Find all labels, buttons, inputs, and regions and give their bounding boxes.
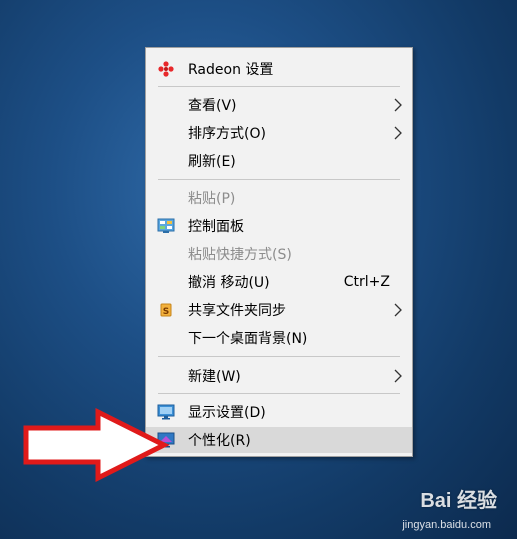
share-sync-icon: S (160, 303, 172, 317)
menu-item-undo-move[interactable]: 撤消 移动(U) Ctrl+Z (146, 269, 412, 295)
menu-item-personalize[interactable]: 个性化(R) (146, 427, 412, 453)
menu-item-label: 粘贴快捷方式(S) (188, 247, 292, 263)
context-menu: Radeon 设置 查看(V) 排序方式(O) 刷新(E) 粘贴(P) 控制面板… (145, 47, 413, 457)
control-panel-icon (157, 218, 175, 233)
radeon-icon (158, 61, 174, 77)
svg-text:S: S (163, 307, 169, 317)
chevron-right-icon (394, 126, 402, 140)
menu-item-radeon-settings[interactable]: Radeon 设置 (146, 56, 412, 82)
menu-separator (158, 179, 400, 180)
chevron-right-icon (394, 98, 402, 112)
chevron-right-icon (394, 303, 402, 317)
menu-item-sort-by[interactable]: 排序方式(O) (146, 120, 412, 146)
menu-separator (158, 356, 400, 357)
chevron-right-icon (394, 369, 402, 383)
menu-separator (158, 86, 400, 87)
pointer-arrow-annotation (23, 408, 170, 482)
menu-item-label: 新建(W) (188, 369, 241, 385)
menu-item-display-settings[interactable]: 显示设置(D) (146, 399, 412, 425)
menu-item-label: 个性化(R) (188, 433, 251, 449)
menu-item-label: 粘贴(P) (188, 191, 236, 207)
menu-item-control-panel[interactable]: 控制面板 (146, 213, 412, 239)
menu-item-label: 共享文件夹同步 (188, 303, 286, 319)
menu-item-new[interactable]: 新建(W) (146, 363, 412, 389)
menu-item-label: 撤消 移动(U) (188, 275, 270, 291)
menu-item-label: 刷新(E) (188, 154, 236, 170)
menu-item-label: 控制面板 (188, 219, 244, 235)
menu-item-share-sync[interactable]: S 共享文件夹同步 (146, 297, 412, 323)
baidu-watermark: Bai 经验 (420, 490, 497, 512)
menu-item-paste: 粘贴(P) (146, 185, 412, 211)
menu-item-view[interactable]: 查看(V) (146, 92, 412, 118)
menu-item-paste-shortcut: 粘贴快捷方式(S) (146, 241, 412, 267)
menu-item-label: Radeon 设置 (188, 62, 274, 78)
menu-item-shortcut: Ctrl+Z (343, 274, 390, 290)
menu-item-label: 下一个桌面背景(N) (188, 331, 308, 347)
menu-item-refresh[interactable]: 刷新(E) (146, 148, 412, 174)
menu-separator (158, 393, 400, 394)
menu-item-label: 显示设置(D) (188, 405, 266, 421)
menu-item-label: 排序方式(O) (188, 126, 266, 142)
menu-item-label: 查看(V) (188, 98, 237, 114)
menu-item-next-background[interactable]: 下一个桌面背景(N) (146, 325, 412, 351)
baidu-watermark-url: jingyan.baidu.com (402, 519, 491, 531)
